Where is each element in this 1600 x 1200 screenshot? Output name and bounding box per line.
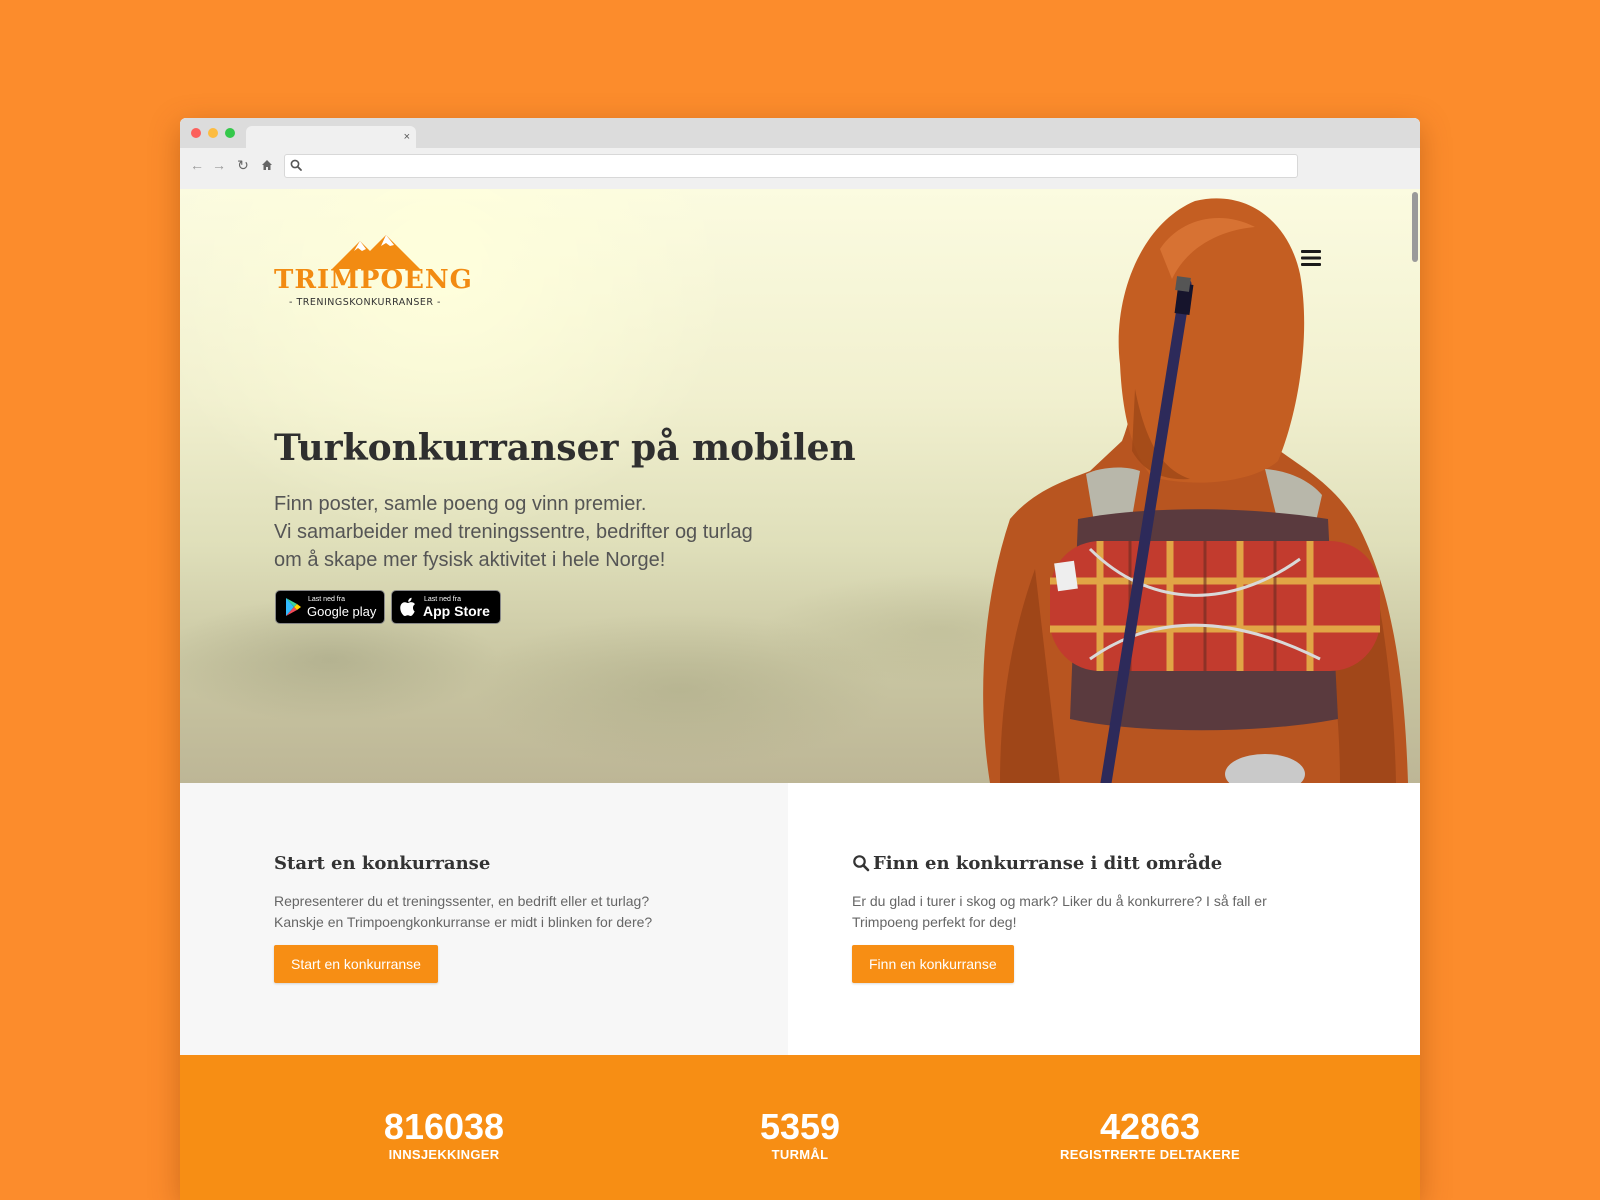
stats-section: 816038 INNSJEKKINGER 5359 TURMÅL 42863 R… <box>180 1055 1420 1200</box>
cta-section: Start en konkurranse Representerer du et… <box>180 783 1420 1055</box>
stat-label: REGISTRERTE DELTAKERE <box>1060 1147 1240 1162</box>
tab-strip: × <box>180 118 1420 148</box>
back-arrow-icon[interactable]: ← <box>188 156 206 174</box>
google-play-badge[interactable]: Last ned fra Google play <box>275 590 385 624</box>
search-icon <box>853 855 870 872</box>
window-close-button[interactable] <box>191 128 201 138</box>
card-line: Kanskje en Trimpoengkonkurranse er midt … <box>274 914 653 930</box>
stat-label: TURMÅL <box>771 1147 829 1162</box>
stat-label: INNSJEKKINGER <box>388 1147 500 1162</box>
scrollbar[interactable] <box>1412 192 1418 262</box>
site-logo[interactable]: TRIMPOENG - TRENINGSKONKURRANSER - <box>274 231 473 311</box>
reload-icon[interactable]: ↻ <box>234 156 252 174</box>
start-competition-card: Start en konkurranse Representerer du et… <box>180 783 788 1055</box>
find-competition-card: Finn en konkurranse i ditt område Er du … <box>788 783 1420 1055</box>
stat-participants: 42863 REGISTRERTE DELTAKERE <box>1000 1107 1300 1163</box>
apple-icon <box>400 597 415 617</box>
browser-tab[interactable]: × <box>246 126 416 148</box>
card-title: Start en konkurranse <box>274 853 491 874</box>
browser-window: × ← → ↻ TRIMPOENG - TRENINGSKONKURRANSER… <box>180 118 1420 1200</box>
card-description: Representerer du et treningssenter, en b… <box>274 891 774 933</box>
hero-line: om å skape mer fysisk aktivitet i hele N… <box>274 549 666 571</box>
stat-value: 42863 <box>1099 1106 1201 1147</box>
stat-value: 816038 <box>383 1106 505 1147</box>
forward-arrow-icon[interactable]: → <box>210 156 228 174</box>
hero-description: Finn poster, samle poeng og vinn premier… <box>274 490 834 574</box>
hero-title: Turkonkurranser på mobilen <box>274 427 856 469</box>
stat-destinations: 5359 TURMÅL <box>650 1107 950 1163</box>
google-badge-big-text: Google play <box>307 604 377 619</box>
hero-section: TRIMPOENG - TRENINGSKONKURRANSER - Turko… <box>180 189 1420 783</box>
card-title-wrapper: Finn en konkurranse i ditt område <box>852 853 1222 874</box>
start-competition-button[interactable]: Start en konkurranse <box>274 945 438 983</box>
window-maximize-button[interactable] <box>225 128 235 138</box>
stat-checkins: 816038 INNSJEKKINGER <box>294 1107 594 1163</box>
address-bar[interactable] <box>284 154 1298 178</box>
card-description: Er du glad i turer i skog og mark? Liker… <box>852 891 1352 933</box>
logo-tagline: - TRENINGSKONKURRANSER - <box>289 297 441 308</box>
search-icon <box>290 159 302 171</box>
browser-chrome: × ← → ↻ <box>180 118 1420 190</box>
google-badge-small-text: Last ned fra <box>308 596 345 603</box>
app-store-badge[interactable]: Last ned fra App Store <box>391 590 501 624</box>
google-play-icon <box>286 598 301 616</box>
hamburger-menu-icon[interactable] <box>1301 249 1323 267</box>
card-line: Representerer du et treningssenter, en b… <box>274 893 650 909</box>
stat-value: 5359 <box>759 1106 841 1147</box>
card-line: Er du glad i turer i skog og mark? Liker… <box>852 893 1267 909</box>
home-icon[interactable] <box>258 156 276 174</box>
logo-name: TRIMPOENG <box>274 265 473 295</box>
hero-line: Vi samarbeider med treningssentre, bedri… <box>274 521 753 543</box>
hero-line: Finn poster, samle poeng og vinn premier… <box>274 493 647 515</box>
apple-badge-big-text: App Store <box>423 603 490 619</box>
card-line: Trimpoeng perfekt for deg! <box>852 914 1017 930</box>
card-title: Finn en konkurranse i ditt område <box>873 853 1223 874</box>
find-competition-button[interactable]: Finn en konkurranse <box>852 945 1014 983</box>
window-minimize-button[interactable] <box>208 128 218 138</box>
tab-close-icon[interactable]: × <box>404 130 410 144</box>
hiker-photo <box>983 198 1408 783</box>
